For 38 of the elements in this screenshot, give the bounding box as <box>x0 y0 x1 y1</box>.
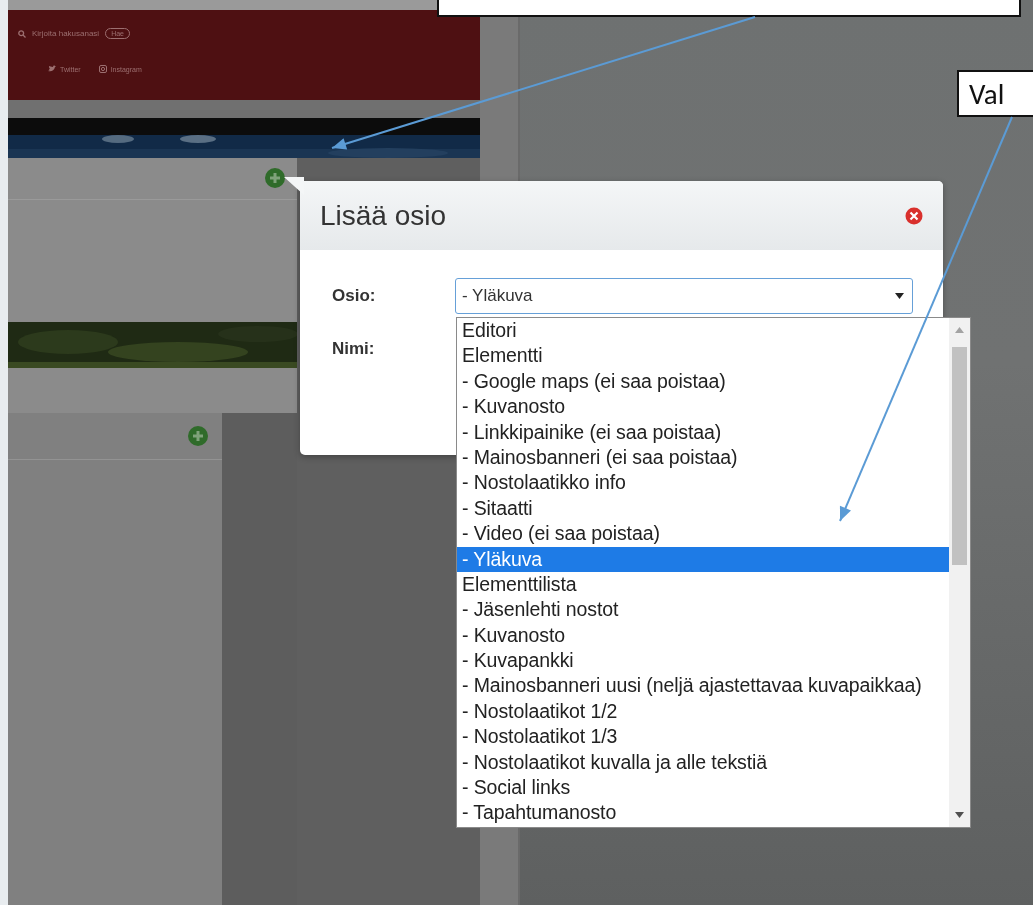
scrollbar-thumb[interactable] <box>952 347 967 565</box>
dropdown-option[interactable]: Elementti <box>457 343 949 369</box>
dropdown-option[interactable]: - Google maps (ei saa poistaa) <box>457 368 949 395</box>
close-icon[interactable] <box>905 206 923 225</box>
field-label: Nimi: <box>332 339 376 359</box>
dropdown-option[interactable]: Editori <box>457 318 949 344</box>
popover-pointer <box>284 177 304 195</box>
dropdown-option[interactable]: - Kuvanosto <box>457 622 949 649</box>
dropdown-option[interactable]: - Jäsenlehti nostot <box>457 597 949 623</box>
caret-icon <box>895 293 904 299</box>
dropdown-option[interactable]: - Kuvapankki <box>457 648 949 674</box>
scrollbar[interactable] <box>949 318 970 827</box>
section-select[interactable]: - Yläkuva <box>455 278 913 314</box>
dropdown-option[interactable]: - Linkkipainike (ei saa poistaa) <box>457 419 949 445</box>
dropdown-option[interactable]: - Nostolaatikot 1/3 <box>457 724 949 750</box>
scroll-up-icon[interactable] <box>955 327 964 333</box>
dropdown-option[interactable]: - Mainosbanneri uusi (neljä ajastettavaa kuvapaikkaa) <box>457 673 949 699</box>
dropdown-option[interactable]: - Mainosbanneri (ei saa poistaa) <box>457 444 949 471</box>
camera-icon <box>98 65 107 73</box>
add-icon[interactable] <box>265 168 285 188</box>
dropdown-option[interactable]: - Sitaatti <box>457 495 949 522</box>
bird-icon <box>48 65 56 73</box>
search-placeholder[interactable]: Kirjoita hakusanasi <box>32 29 100 38</box>
search-icon <box>18 29 26 38</box>
dialog-title: Lisää osio <box>320 199 447 232</box>
dropdown-option[interactable]: - Kuvanosto <box>457 394 949 420</box>
callout-text: Val <box>957 70 1033 117</box>
field-label: Osio: <box>332 286 377 306</box>
dropdown-option[interactable]: - Yläkuva <box>457 546 949 572</box>
dropdown-option[interactable]: - Nostolaatikot kuvalla ja alle tekstiä <box>457 749 949 776</box>
scroll-down-icon[interactable] <box>955 812 964 818</box>
dropdown-option[interactable]: - Social links <box>457 775 949 801</box>
dropdown-option[interactable]: - Tapahtumanosto <box>457 800 949 826</box>
dropdown-option[interactable]: - Nostolaatikko info <box>457 470 949 496</box>
dropdown-option[interactable]: - Video (ei saa poistaa) <box>457 521 949 547</box>
add-icon[interactable] <box>188 426 208 446</box>
dropdown-option[interactable]: Elementtilista <box>457 571 949 598</box>
dropdown-option[interactable]: - Nostolaatikot 1/2 <box>457 698 949 725</box>
